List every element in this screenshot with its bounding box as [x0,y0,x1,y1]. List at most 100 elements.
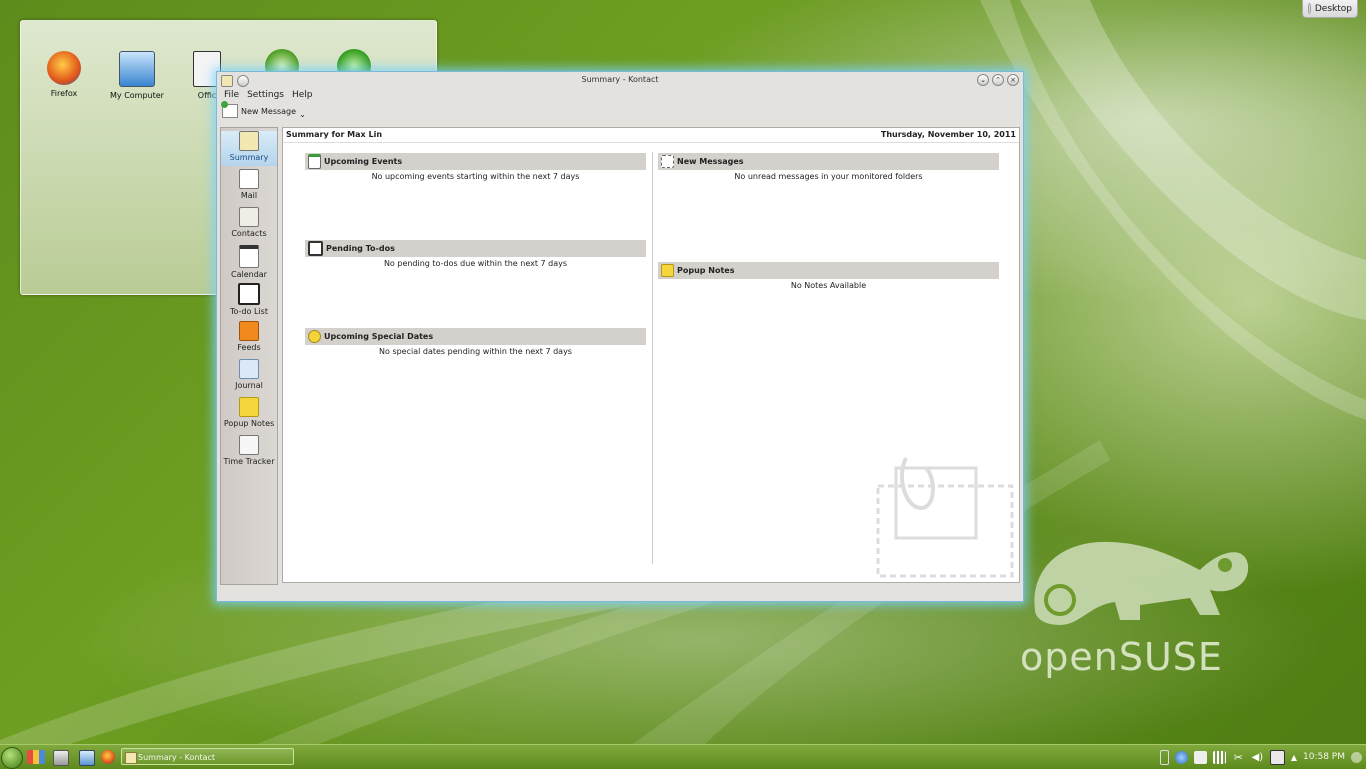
sidebar-item-label: Summary [229,153,269,162]
sidebar-item-label: To-do List [230,307,268,316]
new-message-icon [221,101,238,118]
mail-icon [239,169,259,189]
new-message-button[interactable]: New Message [241,107,296,116]
section-title: Upcoming Events [324,157,403,166]
section-new-messages: New Messages No unread messages in your … [658,153,999,181]
sidebar-item-summary[interactable]: Summary [221,131,277,166]
sidebar: Summary Mail Contacts Calendar To-do Lis… [220,127,278,585]
section-title: Upcoming Special Dates [324,332,434,341]
sticky-button[interactable] [237,75,249,87]
kontact-window[interactable]: Summary - Kontact ⌄ ⌃ × File Settings He… [216,71,1024,602]
usb-icon[interactable] [1159,749,1169,765]
notes-icon [661,264,674,277]
scissors-icon[interactable]: ✂ [1232,751,1245,764]
section-header[interactable]: Upcoming Events [305,153,646,170]
desktop-icon-label: Firefox [50,89,78,98]
summary-title: Summary for Max Lin [286,130,383,139]
close-icon[interactable]: × [1007,74,1019,86]
sidebar-item-journal[interactable]: Journal [221,359,277,394]
sidebar-item-time-tracker[interactable]: Time Tracker [221,435,277,470]
chevron-down-icon[interactable]: ⌄ [299,110,306,119]
desktop-toolbox-icon [1308,3,1311,14]
section-header[interactable]: Upcoming Special Dates [305,328,646,345]
star-icon [308,330,321,343]
section-title: New Messages [677,157,744,166]
menu-bar: File Settings Help [217,88,1023,102]
app-menu-icon[interactable] [221,75,233,87]
title-bar[interactable]: Summary - Kontact ⌄ ⌃ × [217,72,1023,88]
column-divider[interactable] [652,152,653,564]
menu-file[interactable]: File [224,88,239,102]
task-kontact[interactable]: Summary - Kontact [121,748,294,765]
clock[interactable]: 10:58 PM [1303,752,1345,762]
section-message: No unread messages in your monitored fol… [734,172,923,181]
sidebar-item-feeds[interactable]: Feeds [221,321,277,356]
summary-header: Summary for Max Lin Thursday, November 1… [283,128,1019,143]
firefox-icon[interactable] [101,750,115,764]
chameleon-icon [1034,541,1249,625]
panel-toolbox-icon[interactable] [1351,751,1362,763]
sidebar-item-label: Mail [240,191,258,200]
kontact-watermark-icon [876,457,1014,578]
opensuse-wordmark: openSUSE [1020,635,1223,679]
desktop-toolbox-label: Desktop [1314,3,1352,14]
section-message: No upcoming events starting within the n… [371,172,580,181]
desktop-icon-firefox[interactable]: Firefox [31,51,97,98]
desktop-toolbox-button[interactable]: Desktop [1302,0,1358,18]
section-upcoming-special-dates: Upcoming Special Dates No special dates … [305,328,646,356]
maximize-icon[interactable]: ⌃ [992,74,1004,86]
calendar-icon [308,154,321,169]
summary-icon [239,131,259,151]
section-header[interactable]: New Messages [658,153,999,170]
section-message: No Notes Available [790,281,867,290]
kickoff-menu-icon[interactable] [1,747,23,769]
update-icon[interactable] [1174,750,1188,764]
pager-icon[interactable] [53,750,69,766]
notes-icon [239,397,259,417]
todo-icon [308,241,323,256]
section-title: Popup Notes [677,266,735,275]
computer-icon [119,51,155,87]
keyboard-icon[interactable] [1212,750,1226,764]
sidebar-item-mail[interactable]: Mail [221,169,277,204]
task-label: Summary - Kontact [138,753,216,762]
section-title: Pending To-dos [326,244,395,253]
opensuse-logo: openSUSE [1020,530,1260,680]
section-message: No pending to-dos due within the next 7 … [383,259,568,268]
mail-icon [661,155,674,168]
activities-icon[interactable] [27,750,45,764]
minimize-icon[interactable]: ⌄ [977,74,989,86]
sidebar-item-popup-notes[interactable]: Popup Notes [221,397,277,432]
sidebar-item-label: Journal [235,381,263,390]
panel-taskbar: Summary - Kontact ✂ ◀) ▲ 10:58 PM [0,744,1366,769]
contacts-icon [239,207,259,227]
sidebar-item-contacts[interactable]: Contacts [221,207,277,242]
section-message: No special dates pending within the next… [379,347,572,356]
sidebar-item-label: Feeds [237,343,261,352]
section-header[interactable]: Pending To-dos [305,240,646,257]
desktop-icon-label: Offic [197,91,217,100]
firefox-icon [47,51,81,85]
summary-view: Summary for Max Lin Thursday, November 1… [282,127,1020,583]
summary-date: Thursday, November 10, 2011 [880,130,1016,139]
journal-icon [239,359,259,379]
network-icon[interactable] [1269,749,1285,765]
desktop-icon-my-computer[interactable]: My Computer [104,51,170,100]
menu-settings[interactable]: Settings [247,88,284,102]
volume-icon[interactable]: ◀) [1251,751,1264,764]
section-popup-notes: Popup Notes No Notes Available [658,262,999,290]
calendar-icon [239,245,259,268]
desktop-icon-label: My Computer [110,91,164,100]
sidebar-item-label: Contacts [231,229,267,238]
sidebar-item-calendar[interactable]: Calendar [221,245,277,280]
todo-icon [238,283,260,305]
sidebar-item-todo[interactable]: To-do List [221,283,277,318]
menu-help[interactable]: Help [292,88,313,102]
sidebar-item-label: Time Tracker [223,457,275,466]
section-upcoming-events: Upcoming Events No upcoming events start… [305,153,646,181]
main-toolbar: New Message ⌄ [217,101,1023,120]
clipboard-icon[interactable] [1193,750,1207,764]
section-header[interactable]: Popup Notes [658,262,999,279]
file-manager-icon[interactable] [79,750,95,766]
tray-expand-icon[interactable]: ▲ [1291,753,1297,762]
